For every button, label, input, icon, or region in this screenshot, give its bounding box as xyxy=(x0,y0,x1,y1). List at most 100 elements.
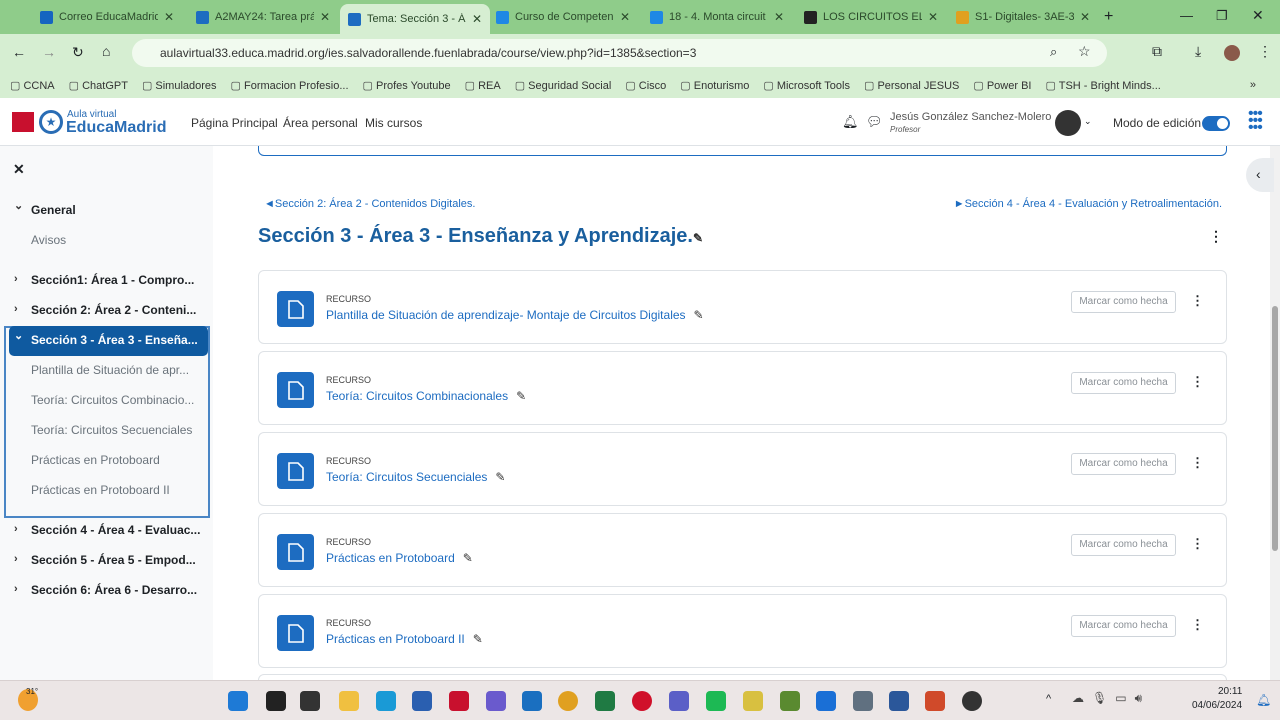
activity-name-link[interactable]: Prácticas en Protoboard ✎ xyxy=(326,551,473,565)
zoom-icon[interactable]: ⌕ xyxy=(1050,44,1057,60)
sidebar-activity-item[interactable]: Plantilla de Situación de apr... xyxy=(31,363,189,377)
close-window-button[interactable]: ✕ xyxy=(1252,7,1264,24)
file-explorer-icon[interactable] xyxy=(339,691,359,711)
teams-icon[interactable] xyxy=(669,691,689,711)
chrome-icon[interactable] xyxy=(558,691,578,711)
nav-pagina-principal[interactable]: Página Principal xyxy=(191,116,278,130)
task-view-icon[interactable] xyxy=(300,691,320,711)
opera-icon[interactable] xyxy=(632,691,652,711)
tab-close-icon[interactable]: ✕ xyxy=(928,10,938,24)
mcafee-icon[interactable] xyxy=(449,691,469,711)
chevron-down-icon[interactable]: ⌄ xyxy=(14,199,23,212)
bookmark-item[interactable]: Personal JESUS xyxy=(864,79,959,92)
bookmark-item[interactable]: Seguridad Social xyxy=(515,79,611,92)
prev-section-link[interactable]: ◄Sección 2: Área 2 - Contenidos Digitale… xyxy=(264,198,475,210)
browser-tab[interactable]: Correo EducaMadrid ✕ xyxy=(32,4,182,30)
user-name[interactable]: Jesús González Sanchez-Molero xyxy=(890,111,1051,123)
app-icon[interactable] xyxy=(780,691,800,711)
browser-tab[interactable]: 18 - 4. Monta circuit ✕ xyxy=(642,4,792,30)
activity-menu-icon[interactable]: ⋮ xyxy=(1191,293,1204,309)
clock-date[interactable]: 04/06/2024 xyxy=(1192,700,1242,711)
profile-avatar[interactable] xyxy=(1224,45,1240,61)
open-block-drawer-button[interactable]: ‹ xyxy=(1246,158,1274,192)
chat-icon[interactable]: 💬︎ xyxy=(866,114,883,130)
bookmark-item[interactable]: Profes Youtube xyxy=(363,79,451,92)
settings-icon[interactable] xyxy=(853,691,873,711)
home-icon[interactable]: ⌂ xyxy=(102,43,110,59)
edit-pencil-icon[interactable]: ✎ xyxy=(495,470,505,484)
store-icon[interactable] xyxy=(412,691,432,711)
activity-menu-icon[interactable]: ⋮ xyxy=(1191,374,1204,390)
tab-close-icon[interactable]: ✕ xyxy=(1080,10,1090,24)
sidebar-activity-item[interactable]: Avisos xyxy=(31,233,66,247)
sidebar-section-item[interactable]: ⌄ General xyxy=(14,200,76,217)
sidebar-section-item[interactable]: ⌄ Sección 3 - Área 3 - Enseña... xyxy=(14,330,198,347)
bookmark-item[interactable]: Power BI xyxy=(973,79,1032,92)
nav-area-personal[interactable]: Área personal xyxy=(283,116,358,130)
edge-icon[interactable] xyxy=(376,691,396,711)
chevron-right-icon[interactable]: › xyxy=(14,273,18,285)
browser-tab[interactable]: Tema: Sección 3 - Ár ✕ xyxy=(340,4,490,34)
spotify-icon[interactable] xyxy=(706,691,726,711)
obs-icon[interactable] xyxy=(962,691,982,711)
bell-icon[interactable]: 🔔︎ xyxy=(842,114,859,130)
edit-pencil-icon[interactable]: ✎ xyxy=(693,231,703,245)
tab-close-icon[interactable]: ✕ xyxy=(620,10,630,24)
close-drawer-icon[interactable]: ✕ xyxy=(13,161,25,178)
notification-bell-icon[interactable]: 🔔︎ xyxy=(1256,693,1271,707)
activity-menu-icon[interactable]: ⋮ xyxy=(1191,536,1204,552)
chevron-right-icon[interactable]: › xyxy=(14,303,18,315)
word-icon[interactable] xyxy=(889,691,909,711)
chevron-down-icon[interactable]: ⌄ xyxy=(1084,116,1092,127)
chevron-right-icon[interactable]: › xyxy=(14,553,18,565)
maximize-button[interactable]: ❐ xyxy=(1216,8,1228,24)
edit-pencil-icon[interactable]: ✎ xyxy=(516,389,526,403)
edit-pencil-icon[interactable]: ✎ xyxy=(694,308,704,322)
back-icon[interactable]: ← xyxy=(12,44,26,60)
sidebar-activity-item[interactable]: Prácticas en Protoboard xyxy=(31,453,160,467)
text-editor-icon[interactable] xyxy=(743,691,763,711)
sidebar-section-item[interactable]: › Sección 5 - Área 5 - Empod... xyxy=(14,553,196,567)
chevron-down-icon[interactable]: ⌄ xyxy=(14,329,23,342)
bookmark-item[interactable]: CCNA xyxy=(10,79,54,92)
extensions-icon[interactable]: ⧉ xyxy=(1152,43,1162,60)
sidebar-activity-item[interactable]: Teoría: Circuitos Secuenciales xyxy=(31,423,192,437)
bookmark-item[interactable]: REA xyxy=(465,79,501,92)
edit-pencil-icon[interactable]: ✎ xyxy=(473,632,483,646)
activity-name[interactable]: Plantilla de Situación de aprendizaje- M… xyxy=(326,308,686,322)
mark-done-button[interactable]: Marcar como hecha xyxy=(1071,291,1176,313)
search-icon[interactable] xyxy=(266,691,286,711)
edit-mode-toggle[interactable] xyxy=(1202,116,1230,131)
clock-time[interactable]: 20:11 xyxy=(1218,686,1242,697)
new-tab-button[interactable]: + xyxy=(1104,8,1113,26)
tab-close-icon[interactable]: ✕ xyxy=(774,10,784,24)
mark-done-button[interactable]: Marcar como hecha xyxy=(1071,453,1176,475)
mark-done-button[interactable]: Marcar como hecha xyxy=(1071,372,1176,394)
activity-name-link[interactable]: Plantilla de Situación de aprendizaje- M… xyxy=(326,308,704,322)
nav-mis-cursos[interactable]: Mis cursos xyxy=(365,116,422,130)
browser-tab[interactable]: LOS CIRCUITOS ELEC ✕ xyxy=(796,4,946,30)
tray-chevron-icon[interactable]: ^ xyxy=(1046,693,1051,705)
sidebar-section-item[interactable]: › Sección 4 - Área 4 - Evaluac... xyxy=(14,523,200,537)
tray-icons[interactable]: ☁🎙︎▭🔊︎ xyxy=(1072,691,1150,706)
sidebar-activity-item[interactable]: Teoría: Circuitos Combinacio... xyxy=(31,393,194,407)
minimize-button[interactable]: — xyxy=(1180,8,1193,23)
activity-menu-icon[interactable]: ⋮ xyxy=(1191,455,1204,471)
activity-name-link[interactable]: Teoría: Circuitos Secuenciales ✎ xyxy=(326,470,505,484)
mark-done-button[interactable]: Marcar como hecha xyxy=(1071,615,1176,637)
bookmark-item[interactable]: ChatGPT xyxy=(69,79,128,92)
reload-icon[interactable]: ↻ xyxy=(72,44,84,61)
star-icon[interactable]: ☆ xyxy=(1078,43,1091,60)
sidebar-section-item[interactable]: › Sección 2: Área 2 - Conteni... xyxy=(14,303,196,317)
browser-tab[interactable]: S1- Digitales- 3AE-3 ✕ xyxy=(948,4,1098,30)
sidebar-activity-item[interactable]: Prácticas en Protoboard II xyxy=(31,483,170,497)
forward-icon[interactable]: → xyxy=(42,44,56,60)
download-icon[interactable]: ⤓ xyxy=(1195,43,1201,60)
chevron-right-icon[interactable]: › xyxy=(14,523,18,535)
bookmarks-overflow-icon[interactable]: » xyxy=(1250,79,1256,91)
outlook-icon[interactable] xyxy=(522,691,542,711)
activity-name[interactable]: Teoría: Circuitos Secuenciales xyxy=(326,470,487,484)
bookmark-item[interactable]: Enoturismo xyxy=(680,79,750,92)
activity-name-link[interactable]: Prácticas en Protoboard II ✎ xyxy=(326,632,483,646)
windows-start-icon[interactable] xyxy=(228,691,248,711)
